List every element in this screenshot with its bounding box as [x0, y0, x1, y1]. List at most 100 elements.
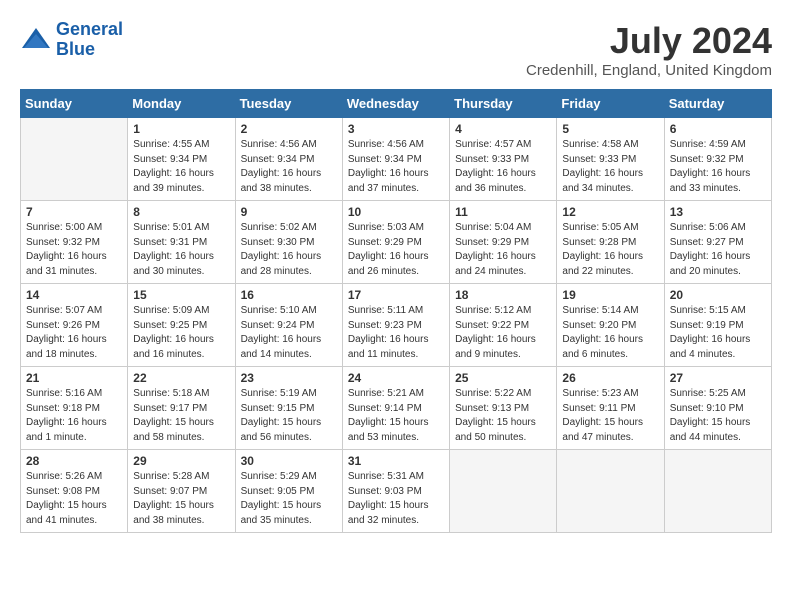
day-cell: 8 Sunrise: 5:01 AM Sunset: 9:31 PM Daylig… — [128, 201, 235, 284]
weekday-tuesday: Tuesday — [235, 90, 342, 118]
month-year: July 2024 — [526, 20, 772, 62]
calendar-table: SundayMondayTuesdayWednesdayThursdayFrid… — [20, 89, 772, 533]
day-number: 2 — [241, 122, 337, 136]
day-number: 3 — [348, 122, 444, 136]
day-number: 26 — [562, 371, 658, 385]
day-info: Sunrise: 4:58 AM Sunset: 9:33 PM Dayligh… — [562, 138, 658, 196]
day-info: Sunrise: 5:21 AM Sunset: 9:14 PM Dayligh… — [348, 387, 444, 445]
day-cell: 28Sunrise: 5:26 AM Sunset: 9:08 PM Dayli… — [21, 450, 128, 533]
day-cell: 6Sunrise: 4:59 AM Sunset: 9:32 PM Daylig… — [664, 118, 771, 201]
day-number: 29 — [133, 454, 229, 468]
day-cell: 10Sunrise: 5:03 AM Sunset: 9:29 PM Dayli… — [342, 201, 449, 284]
day-info: Sunrise: 5:06 AM Sunset: 9:27 PM Dayligh… — [670, 221, 766, 279]
day-cell — [664, 450, 771, 533]
weekday-sunday: Sunday — [21, 90, 128, 118]
day-cell — [450, 450, 557, 533]
day-cell: 29 Sunrise: 5:28 AM Sunset: 9:07 PM Dayli… — [128, 450, 235, 533]
day-cell: 26Sunrise: 5:23 AM Sunset: 9:11 PM Dayli… — [557, 367, 664, 450]
day-info: Sunrise: 5:22 AM Sunset: 9:13 PM Dayligh… — [455, 387, 551, 445]
week-row-2: 7Sunrise: 5:00 AM Sunset: 9:32 PM Daylig… — [21, 201, 772, 284]
day-number: 11 — [455, 205, 551, 219]
day-cell: 17 Sunrise: 5:11 AM Sunset: 9:23 PM Dayli… — [342, 284, 449, 367]
logo-blue: Blue — [56, 39, 95, 59]
day-number: 15 — [133, 288, 229, 302]
week-row-1: 1 Sunrise: 4:55 AM Sunset: 9:34 PM Daylig… — [21, 118, 772, 201]
day-info: Sunrise: 5:19 AM Sunset: 9:15 PM Dayligh… — [241, 387, 337, 445]
day-cell: 20 Sunrise: 5:15 AM Sunset: 9:19 PM Dayli… — [664, 284, 771, 367]
day-number: 21 — [26, 371, 122, 385]
day-cell: 1 Sunrise: 4:55 AM Sunset: 9:34 PM Daylig… — [128, 118, 235, 201]
day-number: 10 — [348, 205, 444, 219]
logo-icon — [20, 26, 52, 54]
day-info: Sunrise: 5:15 AM Sunset: 9:19 PM Dayligh… — [670, 304, 766, 362]
day-cell: 31 Sunrise: 5:31 AM Sunset: 9:03 PM Dayli… — [342, 450, 449, 533]
week-row-5: 28Sunrise: 5:26 AM Sunset: 9:08 PM Dayli… — [21, 450, 772, 533]
day-cell: 3Sunrise: 4:56 AM Sunset: 9:34 PM Daylig… — [342, 118, 449, 201]
title-area: July 2024 Credenhill, England, United Ki… — [526, 20, 772, 79]
day-cell: 23 Sunrise: 5:19 AM Sunset: 9:15 PM Dayli… — [235, 367, 342, 450]
weekday-saturday: Saturday — [664, 90, 771, 118]
day-cell: 25 Sunrise: 5:22 AM Sunset: 9:13 PM Dayli… — [450, 367, 557, 450]
day-cell: 24Sunrise: 5:21 AM Sunset: 9:14 PM Dayli… — [342, 367, 449, 450]
weekday-monday: Monday — [128, 90, 235, 118]
day-info: Sunrise: 5:07 AM Sunset: 9:26 PM Dayligh… — [26, 304, 122, 362]
day-number: 16 — [241, 288, 337, 302]
day-info: Sunrise: 5:18 AM Sunset: 9:17 PM Dayligh… — [133, 387, 229, 445]
day-info: Sunrise: 5:26 AM Sunset: 9:08 PM Dayligh… — [26, 470, 122, 528]
day-info: Sunrise: 5:29 AM Sunset: 9:05 PM Dayligh… — [241, 470, 337, 528]
day-number: 5 — [562, 122, 658, 136]
calendar-body: 1 Sunrise: 4:55 AM Sunset: 9:34 PM Daylig… — [21, 118, 772, 533]
day-cell — [557, 450, 664, 533]
day-number: 20 — [670, 288, 766, 302]
day-info: Sunrise: 5:10 AM Sunset: 9:24 PM Dayligh… — [241, 304, 337, 362]
day-cell: 11 Sunrise: 5:04 AM Sunset: 9:29 PM Dayli… — [450, 201, 557, 284]
day-number: 7 — [26, 205, 122, 219]
day-cell: 12Sunrise: 5:05 AM Sunset: 9:28 PM Dayli… — [557, 201, 664, 284]
day-info: Sunrise: 5:28 AM Sunset: 9:07 PM Dayligh… — [133, 470, 229, 528]
day-number: 17 — [348, 288, 444, 302]
day-cell: 13Sunrise: 5:06 AM Sunset: 9:27 PM Dayli… — [664, 201, 771, 284]
day-info: Sunrise: 5:05 AM Sunset: 9:28 PM Dayligh… — [562, 221, 658, 279]
day-number: 31 — [348, 454, 444, 468]
day-info: Sunrise: 5:02 AM Sunset: 9:30 PM Dayligh… — [241, 221, 337, 279]
day-info: Sunrise: 5:31 AM Sunset: 9:03 PM Dayligh… — [348, 470, 444, 528]
day-number: 18 — [455, 288, 551, 302]
weekday-header-row: SundayMondayTuesdayWednesdayThursdayFrid… — [21, 90, 772, 118]
day-cell: 18 Sunrise: 5:12 AM Sunset: 9:22 PM Dayli… — [450, 284, 557, 367]
day-number: 4 — [455, 122, 551, 136]
day-number: 23 — [241, 371, 337, 385]
day-cell — [21, 118, 128, 201]
day-number: 25 — [455, 371, 551, 385]
day-cell: 19Sunrise: 5:14 AM Sunset: 9:20 PM Dayli… — [557, 284, 664, 367]
location: Credenhill, England, United Kingdom — [526, 62, 772, 79]
day-cell: 21 Sunrise: 5:16 AM Sunset: 9:18 PM Dayli… — [21, 367, 128, 450]
day-info: Sunrise: 4:59 AM Sunset: 9:32 PM Dayligh… — [670, 138, 766, 196]
day-info: Sunrise: 4:56 AM Sunset: 9:34 PM Dayligh… — [241, 138, 337, 196]
day-number: 9 — [241, 205, 337, 219]
day-number: 14 — [26, 288, 122, 302]
day-info: Sunrise: 5:12 AM Sunset: 9:22 PM Dayligh… — [455, 304, 551, 362]
day-cell: 22Sunrise: 5:18 AM Sunset: 9:17 PM Dayli… — [128, 367, 235, 450]
day-cell: 5 Sunrise: 4:58 AM Sunset: 9:33 PM Daylig… — [557, 118, 664, 201]
weekday-wednesday: Wednesday — [342, 90, 449, 118]
day-number: 8 — [133, 205, 229, 219]
week-row-3: 14 Sunrise: 5:07 AM Sunset: 9:26 PM Dayli… — [21, 284, 772, 367]
day-cell: 9 Sunrise: 5:02 AM Sunset: 9:30 PM Daylig… — [235, 201, 342, 284]
day-number: 1 — [133, 122, 229, 136]
day-cell: 14 Sunrise: 5:07 AM Sunset: 9:26 PM Dayli… — [21, 284, 128, 367]
logo-general: General — [56, 19, 123, 39]
day-info: Sunrise: 5:01 AM Sunset: 9:31 PM Dayligh… — [133, 221, 229, 279]
day-info: Sunrise: 5:04 AM Sunset: 9:29 PM Dayligh… — [455, 221, 551, 279]
day-info: Sunrise: 5:11 AM Sunset: 9:23 PM Dayligh… — [348, 304, 444, 362]
weekday-thursday: Thursday — [450, 90, 557, 118]
day-info: Sunrise: 4:55 AM Sunset: 9:34 PM Dayligh… — [133, 138, 229, 196]
day-cell: 4Sunrise: 4:57 AM Sunset: 9:33 PM Daylig… — [450, 118, 557, 201]
day-info: Sunrise: 5:25 AM Sunset: 9:10 PM Dayligh… — [670, 387, 766, 445]
day-cell: 15Sunrise: 5:09 AM Sunset: 9:25 PM Dayli… — [128, 284, 235, 367]
day-cell: 2 Sunrise: 4:56 AM Sunset: 9:34 PM Daylig… — [235, 118, 342, 201]
day-info: Sunrise: 5:16 AM Sunset: 9:18 PM Dayligh… — [26, 387, 122, 445]
day-cell: 7Sunrise: 5:00 AM Sunset: 9:32 PM Daylig… — [21, 201, 128, 284]
weekday-friday: Friday — [557, 90, 664, 118]
header: General Blue July 2024 Credenhill, Engla… — [20, 20, 772, 79]
day-cell: 16 Sunrise: 5:10 AM Sunset: 9:24 PM Dayli… — [235, 284, 342, 367]
